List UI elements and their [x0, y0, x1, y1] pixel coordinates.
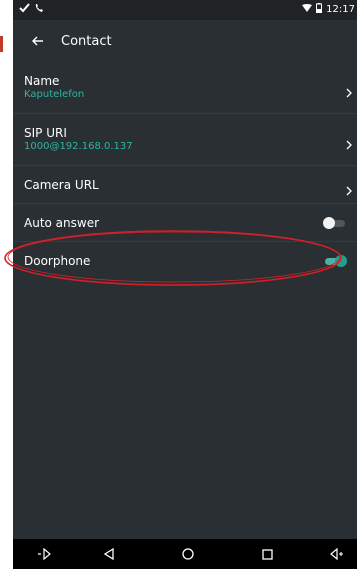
sip-uri-label: SIP URI [24, 126, 67, 140]
doorphone-row[interactable]: Doorphone [13, 242, 357, 279]
left-edge [0, 0, 13, 569]
name-label: Name [24, 74, 60, 88]
home-circle-icon [182, 545, 194, 564]
navigation-bar [13, 539, 357, 569]
status-left [19, 3, 45, 16]
camera-url-label: Camera URL [24, 178, 99, 192]
doorphone-switch[interactable] [323, 255, 347, 267]
auto-answer-label: Auto answer [24, 216, 100, 230]
chevron-right-icon [345, 83, 353, 98]
status-bar: 12:17 [13, 0, 357, 20]
chevron-right-icon [345, 181, 353, 196]
sip-uri-value: 1000@192.168.0.137 [24, 141, 133, 152]
toolbar: Contact [13, 20, 357, 62]
name-row[interactable]: Name Kaputelefon [13, 62, 357, 114]
contact-settings-list: Name Kaputelefon SIP URI 1000@192.168.0.… [13, 62, 357, 279]
back-button[interactable] [25, 28, 51, 54]
page-title: Contact [61, 33, 112, 49]
home-nav-button[interactable] [178, 545, 198, 563]
auto-answer-row[interactable]: Auto answer [13, 204, 357, 242]
volume-down-button[interactable] [35, 545, 55, 563]
checkmark-icon [19, 3, 30, 16]
chevron-right-icon [345, 135, 353, 150]
switch-thumb [323, 217, 335, 229]
camera-url-row[interactable]: Camera URL [13, 166, 357, 204]
switch-thumb [335, 255, 347, 267]
battery-icon [316, 3, 323, 16]
recents-nav-button[interactable] [257, 545, 277, 563]
recents-square-icon [261, 545, 273, 564]
volume-up-icon [329, 545, 343, 564]
status-right: 12:17 [302, 3, 355, 16]
auto-answer-switch[interactable] [323, 217, 347, 229]
phone-call-icon [34, 3, 45, 16]
arrow-left-icon [32, 32, 44, 51]
volume-up-button[interactable] [326, 545, 346, 563]
back-triangle-icon [103, 545, 115, 564]
device-screen: 12:17 Contact Name Kaputelefon SIP URI 1… [13, 0, 357, 569]
sip-uri-row[interactable]: SIP URI 1000@192.168.0.137 [13, 114, 357, 166]
back-nav-button[interactable] [99, 545, 119, 563]
doorphone-label: Doorphone [24, 254, 91, 268]
wifi-icon [302, 3, 313, 16]
volume-down-icon [38, 545, 52, 564]
name-value: Kaputelefon [24, 89, 85, 100]
left-edge-mark [0, 36, 3, 52]
status-time: 12:17 [326, 4, 355, 15]
